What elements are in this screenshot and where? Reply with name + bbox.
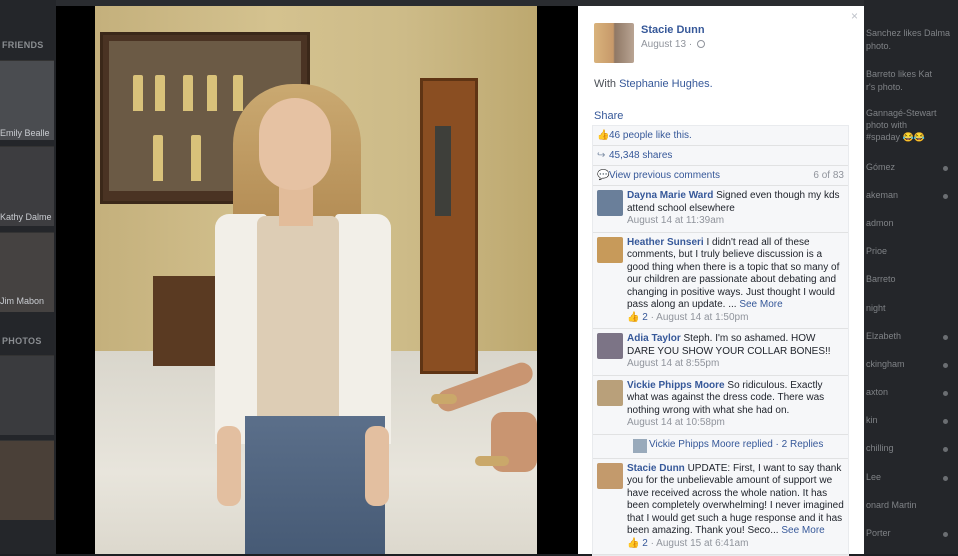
online-dot-icon [943, 166, 948, 171]
online-dot-icon [943, 363, 948, 368]
chat-contact[interactable]: admon [866, 218, 956, 229]
comment-like-count[interactable]: 👍 2 [627, 312, 648, 323]
with-prefix: With [594, 78, 616, 90]
comment-bubble-icon: 💬 [597, 170, 610, 181]
online-dot-icon [943, 335, 948, 340]
close-icon[interactable]: × [851, 9, 858, 23]
commenter-name[interactable]: Heather Sunseri [627, 237, 704, 248]
comment: Adia Taylor Steph. I'm so ashamed. HOW D… [593, 329, 848, 376]
friends-section-title: FRIENDS [2, 40, 44, 50]
commenter-name[interactable]: Stacie Dunn [627, 463, 685, 474]
commenter-avatar[interactable] [597, 190, 623, 216]
comment: Heather Sunseri I didn't read all of the… [593, 233, 848, 329]
person-jeans [245, 416, 385, 554]
feedback-box: 👍46 people like this. ↪ 45,348 shares 💬Vi… [592, 125, 849, 556]
see-more-link[interactable]: See More [739, 299, 782, 310]
replies-link[interactable]: Vickie Phipps Moore replied · 2 Replies [649, 439, 823, 450]
chat-contact[interactable]: night [866, 303, 956, 314]
ticker-item[interactable]: Barreto likes Kat [866, 69, 956, 80]
comment-time[interactable]: August 14 at 10:58pm [627, 417, 725, 428]
post-photo[interactable] [95, 6, 537, 554]
commenter-avatar[interactable] [597, 462, 623, 489]
ticker-item[interactable]: photo with [866, 120, 956, 131]
comment-time[interactable]: August 15 at 6:41am [656, 538, 748, 549]
chat-contact[interactable]: Prioe [866, 246, 956, 257]
trophy-icon [233, 75, 243, 111]
online-dot-icon [943, 447, 948, 452]
thumbs-up-icon: 👍 [597, 130, 610, 141]
commenter-name[interactable]: Dayna Marie Ward [627, 190, 713, 201]
view-previous-link[interactable]: View previous comments [609, 170, 720, 181]
photo-thumb[interactable] [0, 355, 54, 435]
online-dot-icon [943, 476, 948, 481]
comment-time[interactable]: August 14 at 1:50pm [656, 312, 748, 323]
trophy-icon [207, 75, 217, 111]
person-neck [279, 186, 313, 226]
chat-contact[interactable]: onard Martin [866, 500, 956, 511]
online-dot-icon [943, 532, 948, 537]
shares-row: ↪ 45,348 shares [593, 146, 848, 166]
view-previous-row: 💬View previous comments 6 of 83 [593, 166, 848, 186]
ticker-item[interactable]: Gannagé-Stewart [866, 108, 956, 119]
photos-section-title: PHOTOS [2, 336, 42, 346]
share-link[interactable]: Share [594, 110, 623, 122]
reply-avatar [633, 438, 647, 453]
trophy-icon [191, 135, 201, 181]
see-more-link[interactable]: See More [781, 525, 824, 536]
online-dot-icon [943, 194, 948, 199]
post-date[interactable]: August 13 · [641, 39, 692, 50]
commenter-avatar[interactable] [597, 333, 623, 359]
author-avatar[interactable] [594, 23, 634, 63]
door [420, 78, 478, 374]
likes-row: 👍46 people like this. [593, 126, 848, 146]
ticker-item[interactable]: #spaday 😂😂 [866, 132, 956, 143]
online-dot-icon [943, 419, 948, 424]
comment: Stacie Dunn UPDATE: First, I want to say… [593, 459, 848, 555]
commenter-name[interactable]: Vickie Phipps Moore [627, 380, 725, 391]
globe-icon [696, 40, 705, 48]
person-face [259, 98, 331, 190]
friend-name[interactable]: Kathy Dalme [0, 212, 52, 222]
comment: Vickie Phipps Moore So ridiculous. Exact… [593, 376, 848, 435]
shares-link[interactable]: 45,348 shares [609, 150, 672, 161]
commenter-avatar[interactable] [597, 379, 623, 406]
friend-name[interactable]: Emily Bealle [0, 128, 50, 138]
share-arrow-icon: ↪ [597, 150, 606, 161]
commenter-name[interactable]: Adia Taylor [627, 333, 681, 344]
online-dot-icon [943, 391, 948, 396]
post-details-panel: × Stacie Dunn August 13 · With Stephanie… [578, 6, 864, 556]
replies-row[interactable]: Vickie Phipps Moore replied · 2 Replies [593, 435, 848, 459]
trophy-icon [183, 75, 193, 111]
post-meta: August 13 · [641, 39, 705, 50]
ticker-item[interactable]: r's photo. [866, 82, 956, 93]
left-column: FRIENDS Emily Bealle Kathy Dalme Jim Mab… [0, 0, 56, 554]
comment-time[interactable]: August 14 at 8:55pm [627, 358, 719, 369]
photo-thumb[interactable] [0, 440, 54, 520]
trophy-icon [133, 75, 143, 111]
person-top [257, 216, 339, 421]
ticker-item[interactable]: Sanchez likes Dalma [866, 28, 956, 39]
door-window [435, 126, 451, 216]
person-cardigan [335, 214, 391, 444]
chat-contact[interactable]: Barreto [866, 274, 956, 285]
comment-counter: 6 of 83 [813, 170, 844, 181]
trophy-icon [155, 75, 165, 111]
comment: Dayna Marie Ward Signed even though my k… [593, 186, 848, 233]
tagged-person-link[interactable]: Stephanie Hughes. [619, 78, 713, 90]
tagged-line: With Stephanie Hughes. [594, 78, 713, 90]
comment-like-count[interactable]: 👍 2 [627, 538, 648, 549]
person-arm [217, 426, 241, 506]
right-column: Sanchez likes Dalma photo. Barreto likes… [864, 0, 958, 554]
author-name[interactable]: Stacie Dunn [641, 24, 705, 36]
friend-name[interactable]: Jim Mabon [0, 296, 44, 306]
commenter-avatar[interactable] [597, 236, 623, 263]
likes-link[interactable]: 46 people like this. [609, 130, 692, 141]
seated-person-legs [431, 336, 537, 472]
ticker-item[interactable]: photo. [866, 41, 956, 52]
side-table [153, 276, 223, 366]
person-arm [365, 426, 389, 506]
comment-time[interactable]: August 14 at 11:39am [627, 215, 724, 226]
trophy-icon [153, 135, 163, 181]
